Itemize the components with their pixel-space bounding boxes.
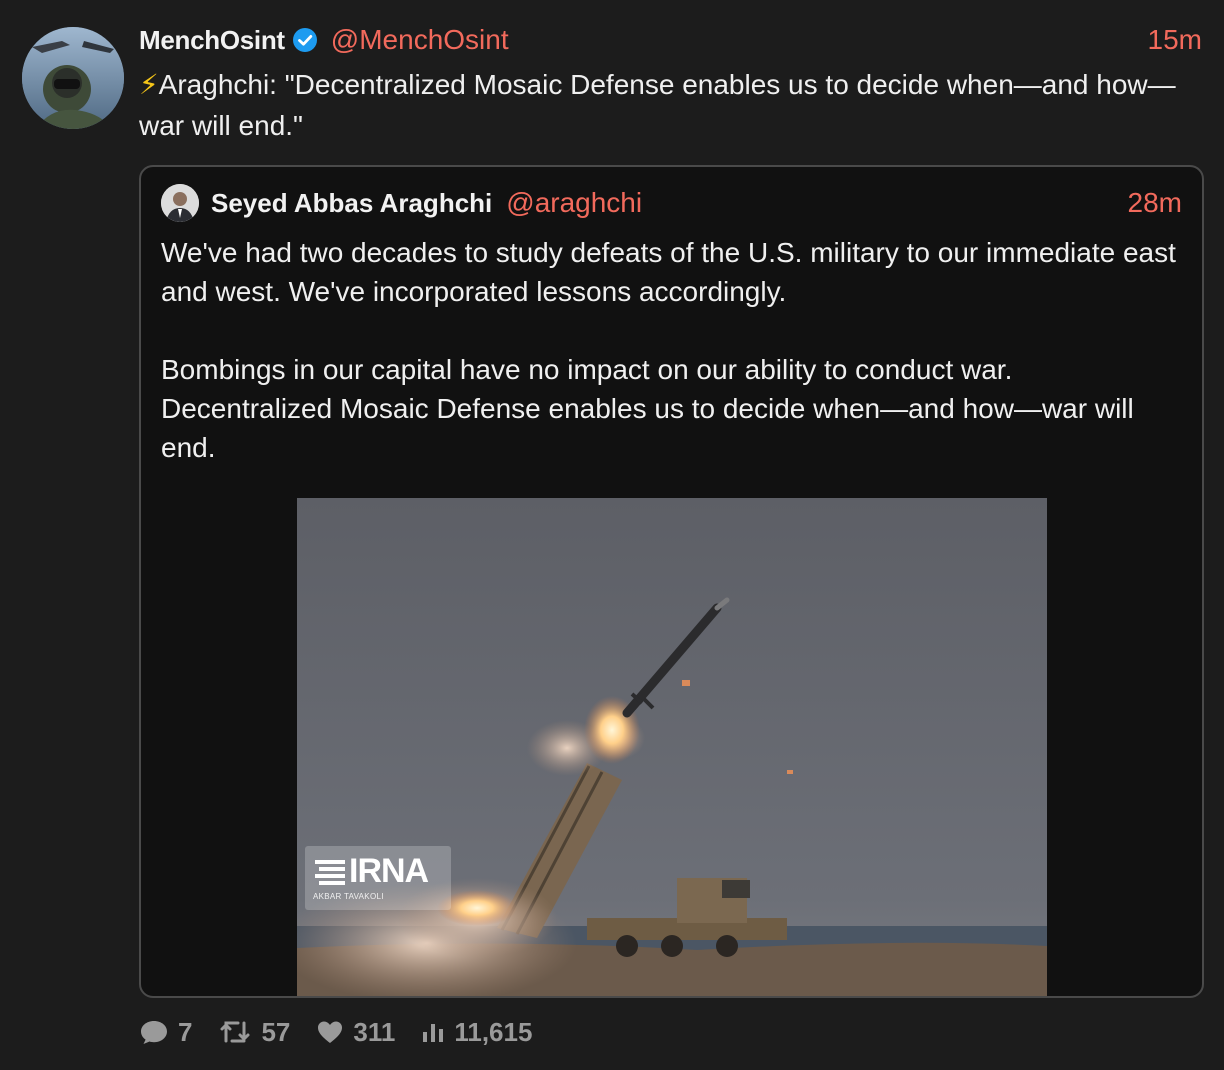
tweet-actions: 7 57 311 11,615 xyxy=(139,1012,558,1052)
view-count: 11,615 xyxy=(454,1016,533,1047)
quoted-author-avatar[interactable] xyxy=(161,184,199,222)
quoted-header: Seyed Abbas Araghchi @araghchi 28m xyxy=(161,181,1182,225)
retweet-button[interactable]: 57 xyxy=(218,1017,290,1048)
irna-watermark-logo: IRNA AKBAR TAVAKOLI xyxy=(305,846,451,910)
quoted-author-handle[interactable]: @araghchi xyxy=(506,187,642,219)
tweet-body: ⚡Araghchi: "Decentralized Mosaic Defense… xyxy=(139,69,1176,141)
like-button[interactable]: 311 xyxy=(316,1017,395,1048)
lightning-icon: ⚡ xyxy=(139,69,159,100)
quoted-paragraph: We've had two decades to study defeats o… xyxy=(161,237,1176,307)
author-handle[interactable]: @MenchOsint xyxy=(331,24,509,56)
quoted-body: We've had two decades to study defeats o… xyxy=(161,233,1191,506)
reply-count: 7 xyxy=(178,1016,193,1047)
tweet[interactable]: MenchOsint @MenchOsint 15m ⚡Araghchi: "D… xyxy=(0,0,1224,1070)
quoted-author-name[interactable]: Seyed Abbas Araghchi xyxy=(211,188,492,219)
photo-credit: AKBAR TAVAKOLI xyxy=(313,892,384,901)
quoted-paragraph: Bombings in our capital have no impact o… xyxy=(161,354,1134,463)
verified-badge-icon xyxy=(292,27,318,53)
like-count: 311 xyxy=(353,1016,396,1047)
reply-button[interactable]: 7 xyxy=(139,1017,192,1048)
quoted-media-image[interactable]: IRNA AKBAR TAVAKOLI xyxy=(297,498,1047,996)
tweet-timestamp[interactable]: 15m xyxy=(1148,24,1202,56)
author-name[interactable]: MenchOsint xyxy=(139,25,285,56)
author-avatar[interactable] xyxy=(22,27,124,129)
reply-icon xyxy=(141,1021,167,1044)
retweet-count: 57 xyxy=(261,1016,291,1047)
heart-icon xyxy=(318,1021,343,1043)
tweet-header: MenchOsint @MenchOsint 15m xyxy=(139,18,1202,62)
views-chart-icon xyxy=(423,1024,444,1042)
quoted-timestamp[interactable]: 28m xyxy=(1128,187,1182,219)
retweet-icon xyxy=(220,1021,250,1043)
irna-watermark-text: IRNA xyxy=(349,852,429,890)
views-button[interactable]: 11,615 xyxy=(421,1017,532,1048)
quoted-tweet[interactable]: Seyed Abbas Araghchi @araghchi 28m We've… xyxy=(139,165,1204,998)
